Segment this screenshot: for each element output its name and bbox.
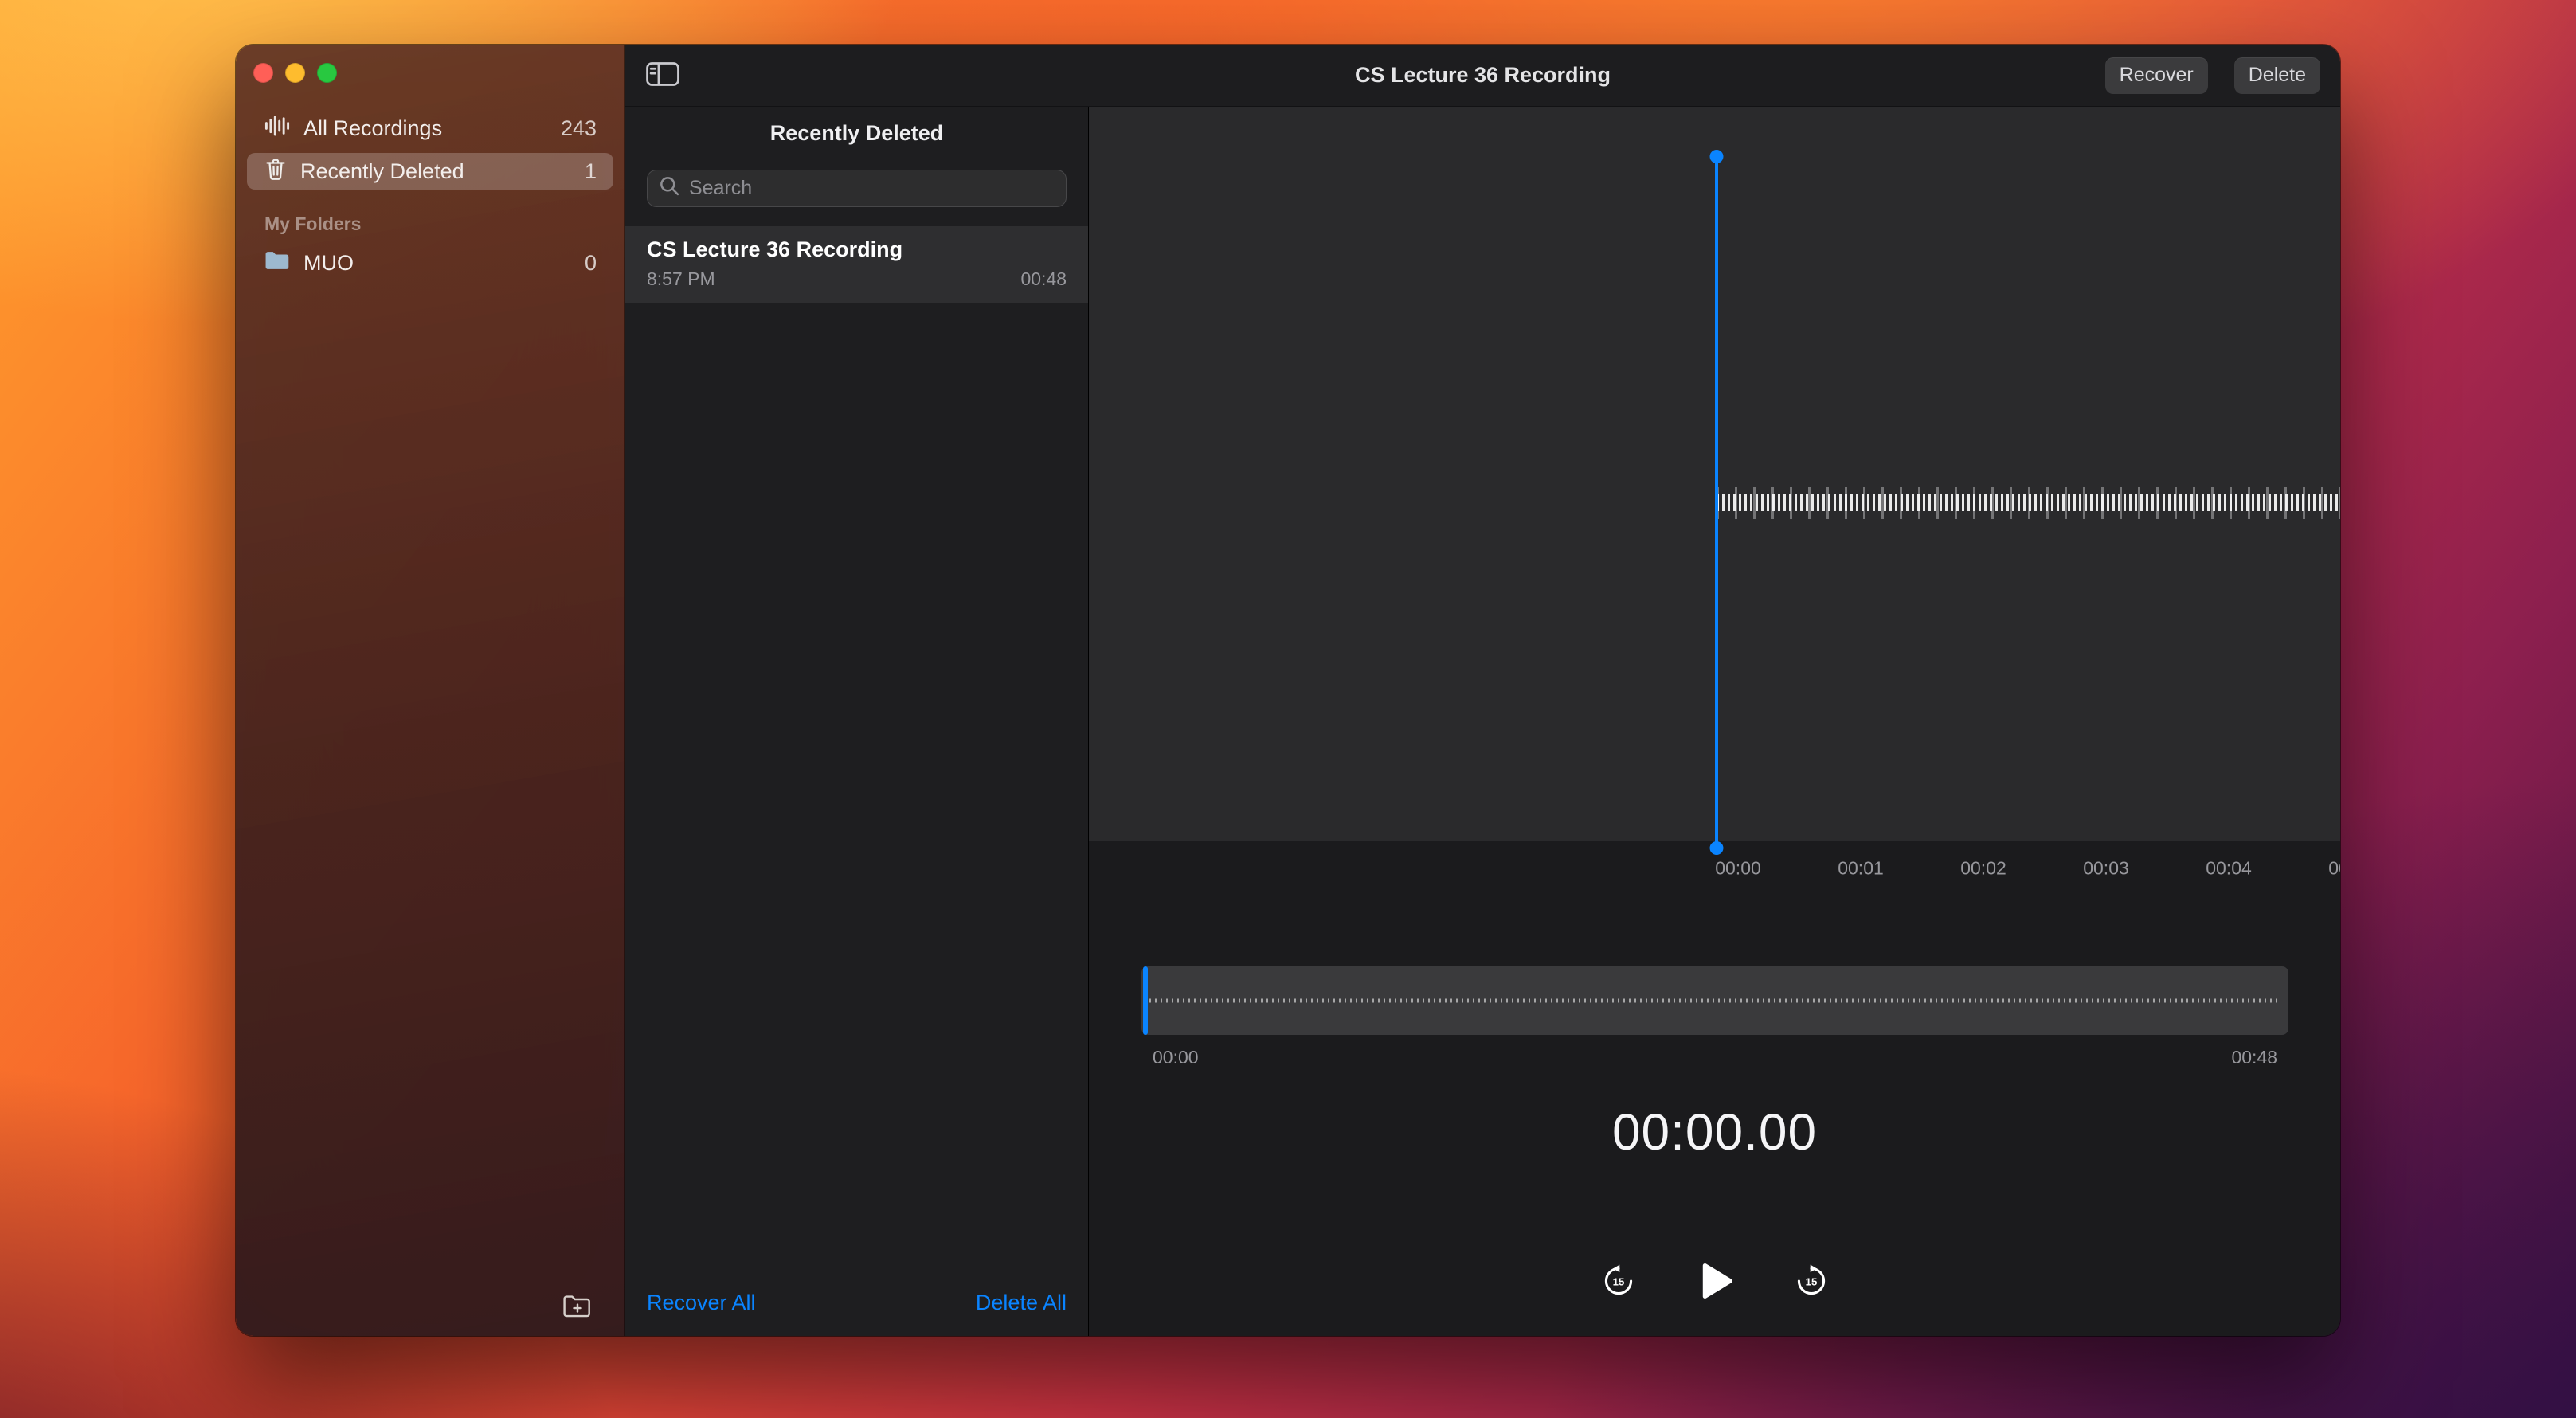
overview-start-label: 00:00 [1153, 1047, 1199, 1068]
overview-playhead[interactable] [1143, 966, 1148, 1035]
recording-title: CS Lecture 36 Recording [647, 237, 1067, 262]
recover-all-button[interactable]: Recover All [647, 1291, 756, 1315]
time-ruler: 00:00 00:01 00:02 00:03 00:04 00:05 [1089, 841, 2340, 895]
panes: Recently Deleted CS Lecture 36 Recording… [625, 107, 2340, 1336]
window-title: CS Lecture 36 Recording [625, 63, 2340, 88]
player-pane: 00:00 00:01 00:02 00:03 00:04 00:05 00:0… [1089, 107, 2340, 1336]
skip-forward-15-icon: 15 [1794, 1263, 1829, 1301]
recording-list-item[interactable]: CS Lecture 36 Recording 8:57 PM 00:48 [625, 226, 1088, 303]
sidebar-item-count: 1 [585, 159, 597, 184]
ruler-label: 00:03 [2083, 858, 2129, 879]
sidebar-item-label: All Recordings [303, 116, 442, 141]
new-folder-button[interactable] [562, 1294, 593, 1322]
minimize-window-button[interactable] [285, 63, 305, 83]
ruler-label: 00:04 [2206, 858, 2252, 879]
sidebar-item-all-recordings[interactable]: All Recordings 243 [247, 110, 613, 147]
desktop: { "window": { "title": "CS Lecture 36 Re… [0, 0, 2576, 1418]
search-icon [658, 174, 682, 202]
sidebar-item-count: 0 [585, 251, 597, 276]
recording-time: 8:57 PM [647, 268, 715, 290]
sidebar-item-label: MUO [303, 251, 354, 276]
recording-duration: 00:48 [1020, 268, 1067, 290]
waveform-zoom-area[interactable] [1089, 107, 2340, 841]
delete-all-button[interactable]: Delete All [976, 1291, 1067, 1315]
recover-button[interactable]: Recover [2105, 57, 2208, 94]
sidebar-item-folder-muo[interactable]: MUO 0 [247, 245, 613, 281]
skip-back-15-button[interactable]: 15 [1601, 1263, 1636, 1301]
folder-icon [264, 249, 291, 277]
overview-waveform [1149, 999, 2280, 1003]
playhead-top-dot [1710, 150, 1724, 163]
sidebar-section-label: My Folders [264, 213, 624, 235]
recordings-list-pane: Recently Deleted CS Lecture 36 Recording… [625, 107, 1089, 1336]
toolbar-actions: Recover Delete [2105, 57, 2320, 94]
window-controls [253, 63, 337, 83]
current-time: 00:00.00 [1089, 1103, 2340, 1161]
zoom-window-button[interactable] [317, 63, 337, 83]
toolbar: CS Lecture 36 Recording Recover Delete [625, 45, 2340, 107]
search-input[interactable] [689, 177, 1055, 200]
search-field[interactable] [647, 170, 1067, 207]
playhead[interactable] [1715, 156, 1718, 848]
skip-back-15-icon: 15 [1601, 1263, 1636, 1301]
sidebar-item-count: 243 [561, 116, 597, 141]
ruler-label: 00:01 [1838, 858, 1884, 879]
toggle-sidebar-button[interactable] [645, 60, 680, 91]
close-window-button[interactable] [253, 63, 273, 83]
overview-labels: 00:00 00:48 [1141, 1047, 2288, 1068]
svg-text:15: 15 [1805, 1275, 1817, 1287]
waveform-icon [264, 114, 291, 143]
list-footer: Recover All Delete All [625, 1275, 1088, 1336]
new-folder-icon [562, 1310, 593, 1322]
sidebar-item-recently-deleted[interactable]: Recently Deleted 1 [247, 153, 613, 190]
skip-forward-15-button[interactable]: 15 [1794, 1263, 1829, 1301]
overview-scrubber[interactable] [1141, 966, 2288, 1035]
transport-controls: 15 [1089, 1238, 2340, 1326]
list-header: Recently Deleted [625, 107, 1088, 146]
svg-text:15: 15 [1612, 1275, 1624, 1287]
delete-button[interactable]: Delete [2234, 57, 2320, 94]
sidebar-toggle-icon [645, 60, 680, 91]
sidebar-item-label: Recently Deleted [300, 159, 464, 184]
ruler-label: 00:00 [1715, 858, 1761, 879]
ruler-label: 00:05 [2328, 858, 2340, 879]
play-button[interactable] [1692, 1258, 1738, 1306]
ruler-label: 00:02 [1960, 858, 2006, 879]
overview-end-label: 00:48 [2231, 1047, 2277, 1068]
voice-memos-window: All Recordings 243 Recently Deleted 1 My… [236, 45, 2340, 1336]
play-icon [1692, 1258, 1738, 1306]
waveform-line [1717, 494, 2340, 511]
content-area: CS Lecture 36 Recording Recover Delete R… [625, 45, 2340, 1336]
sidebar: All Recordings 243 Recently Deleted 1 My… [236, 45, 625, 1336]
trash-icon [264, 156, 288, 187]
sidebar-list: All Recordings 243 Recently Deleted 1 My… [236, 110, 624, 288]
